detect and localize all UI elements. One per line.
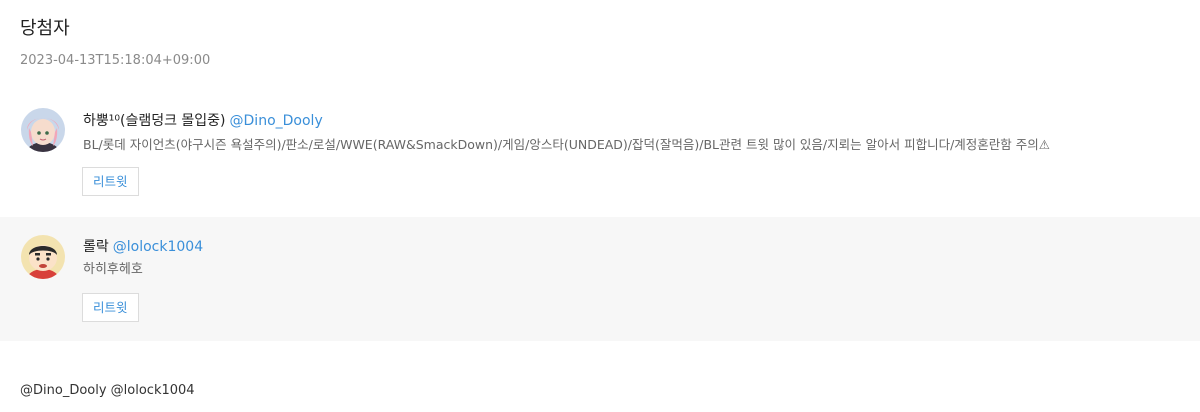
winner-card: 하뿡¹⁰(슬램덩크 몰입중) @Dino_Dooly BL/롯데 자이언츠(야구시… [0,95,1200,216]
retweet-button[interactable]: 리트윗 [82,167,139,196]
draw-timestamp: 2023-04-13T15:18:04+09:00 [20,53,211,68]
winner-display-name: 롤락 [83,239,109,255]
retweet-button[interactable]: 리트윗 [82,293,139,322]
winner-display-name: 하뿡¹⁰(슬램덩크 몰입중) [83,113,226,129]
winner-card: 롤락 @lolock1004 하히후헤호 리트윗 [0,217,1200,341]
mentions-text: @Dino_Dooly @lolock1004 [20,383,195,398]
winner-name-line: 롤락 @lolock1004 [83,238,203,256]
winner-handle-link[interactable]: @lolock1004 [113,239,203,255]
avatar[interactable] [21,235,65,279]
avatar-image-pink-hair [21,108,65,152]
avatar[interactable] [21,108,65,152]
avatar-image-cartoon-boy [21,235,65,279]
winner-name-line: 하뿡¹⁰(슬램덩크 몰입중) @Dino_Dooly [83,112,323,130]
winner-handle-link[interactable]: @Dino_Dooly [230,113,323,129]
winners-page: 당첨자 2023-04-13T15:18:04+09:00 하뿡¹⁰(슬램덩크 … [0,0,1200,412]
page-title: 당첨자 [20,18,70,39]
winner-bio: 하히후헤호 [83,262,143,277]
winner-bio: BL/롯데 자이언츠(야구시즌 욕설주의)/판소/로설/WWE(RAW&Smac… [83,137,1050,152]
